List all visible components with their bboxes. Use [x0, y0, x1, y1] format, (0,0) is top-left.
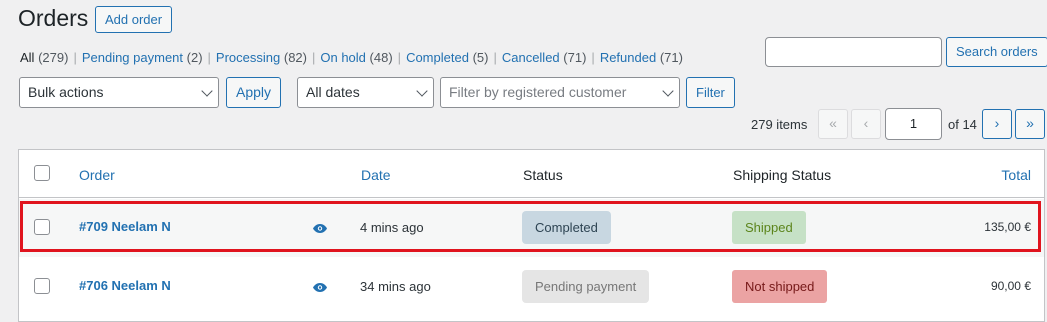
prev-page-button[interactable]: ‹: [851, 109, 881, 139]
bulk-actions-value: Bulk actions: [28, 84, 104, 100]
filter-button[interactable]: Filter: [686, 77, 735, 108]
table-row[interactable]: #709 Neelam N 4 mins ago Completed Shipp…: [19, 199, 1044, 257]
status-badge: Completed: [522, 211, 611, 244]
total-pages-label: of 14: [948, 117, 977, 132]
filter-processing[interactable]: Processing (82): [216, 50, 307, 65]
column-status: Status: [523, 167, 563, 183]
apply-button[interactable]: Apply: [226, 77, 282, 108]
order-link[interactable]: #706 Neelam N: [79, 278, 171, 293]
customer-filter-placeholder: Filter by registered customer: [449, 84, 627, 100]
table-header: Order Date Status Shipping Status Total: [19, 150, 1044, 198]
order-link[interactable]: #709 Neelam N: [79, 219, 171, 234]
shipping-status-badge: Not shipped: [732, 270, 828, 303]
separator: |: [397, 50, 402, 65]
dates-select[interactable]: All dates: [297, 77, 434, 108]
search-input[interactable]: [765, 37, 942, 67]
row-checkbox[interactable]: [34, 278, 50, 294]
column-shipping-status: Shipping Status: [733, 167, 832, 183]
last-page-button[interactable]: »: [1015, 109, 1045, 139]
filter-refunded[interactable]: Refunded (71): [600, 50, 683, 65]
select-all-checkbox[interactable]: [34, 165, 50, 181]
chevron-down-icon: [416, 85, 428, 97]
first-page-button[interactable]: «: [818, 109, 848, 139]
page-title: Orders: [18, 5, 89, 31]
column-order[interactable]: Order: [79, 167, 115, 183]
search-orders-button[interactable]: Search orders: [946, 37, 1047, 67]
current-page-input[interactable]: 1: [885, 108, 942, 140]
chevron-down-icon: [662, 85, 674, 97]
column-total[interactable]: Total: [1001, 167, 1031, 183]
column-date[interactable]: Date: [361, 167, 391, 183]
order-date: 34 mins ago: [360, 279, 431, 294]
filter-on-hold[interactable]: On hold (48): [320, 50, 392, 65]
filter-cancelled[interactable]: Cancelled (71): [502, 50, 587, 65]
separator: |: [311, 50, 316, 65]
order-total: 135,00 €: [984, 220, 1031, 234]
order-total: 90,00 €: [990, 279, 1031, 293]
separator: |: [591, 50, 595, 65]
add-order-button[interactable]: Add order: [95, 6, 173, 33]
separator: |: [73, 50, 77, 65]
dates-value: All dates: [306, 84, 360, 100]
shipping-status-badge: Shipped: [732, 211, 806, 244]
eye-icon[interactable]: [313, 221, 327, 236]
eye-icon[interactable]: [313, 280, 327, 295]
chevron-down-icon: [201, 85, 213, 97]
orders-table: Order Date Status Shipping Status Total …: [18, 149, 1045, 322]
filter-all[interactable]: All (279): [20, 50, 68, 65]
filter-completed[interactable]: Completed (5): [406, 50, 488, 65]
separator: |: [207, 50, 211, 65]
order-date: 4 mins ago: [360, 220, 424, 235]
bulk-actions-select[interactable]: Bulk actions: [19, 77, 219, 108]
items-count: 279 items: [751, 117, 808, 132]
customer-filter-select[interactable]: Filter by registered customer: [440, 77, 680, 108]
next-page-button[interactable]: ›: [982, 109, 1012, 139]
table-row[interactable]: #706 Neelam N 34 mins ago Pending paymen…: [19, 258, 1044, 316]
separator: |: [493, 50, 497, 65]
status-badge: Pending payment: [522, 270, 650, 303]
status-filter-list: All (279) | Pending payment (2) | Processing…: [20, 50, 683, 65]
filter-pending-payment[interactable]: Pending payment (2): [82, 50, 203, 65]
row-checkbox[interactable]: [34, 219, 50, 235]
